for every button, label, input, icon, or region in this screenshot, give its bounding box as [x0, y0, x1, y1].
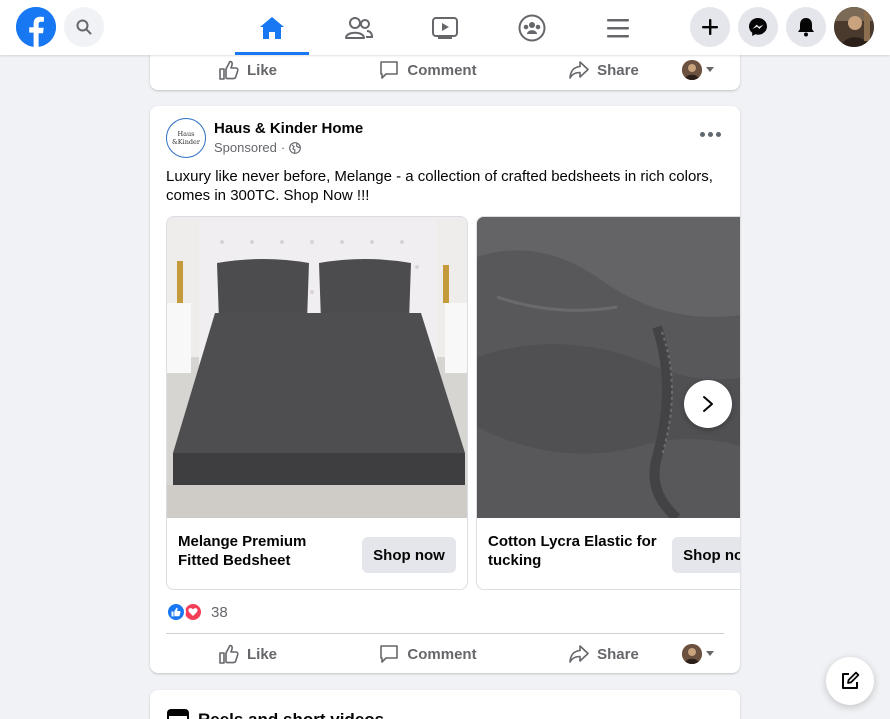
separator: ·	[280, 140, 286, 155]
like-icon	[219, 60, 239, 80]
notifications-button[interactable]	[786, 7, 826, 47]
shop-now-button[interactable]: Shop now	[672, 537, 740, 573]
reels-section-card: Reels and short videos	[150, 690, 740, 719]
sponsored-label[interactable]: Sponsored ·	[214, 140, 302, 155]
share-label: Share	[597, 61, 639, 79]
comment-button[interactable]: Comment	[336, 634, 520, 673]
menu-icon	[607, 18, 629, 37]
svg-text:Haus: Haus	[177, 130, 194, 138]
comment-icon	[380, 645, 399, 663]
share-button[interactable]: Share	[522, 50, 686, 90]
globe-icon	[289, 141, 302, 154]
comment-label: Comment	[407, 645, 477, 663]
account-avatar[interactable]	[834, 7, 874, 47]
like-label: Like	[246, 61, 277, 79]
reaction-count: 38	[211, 603, 228, 621]
comment-icon	[380, 61, 399, 79]
like-reaction-icon	[166, 602, 186, 622]
post-action-bar: Like Comment Share	[166, 50, 724, 90]
section-title: Reels and short videos	[198, 710, 384, 719]
page-avatar[interactable]: Haus &Kinder	[166, 118, 206, 158]
share-button[interactable]: Share	[522, 634, 686, 673]
svg-text:&Kinder: &Kinder	[172, 138, 201, 146]
share-icon	[569, 61, 589, 79]
more-dot	[715, 131, 721, 137]
search-button[interactable]	[64, 7, 104, 47]
friends-icon	[345, 16, 373, 39]
new-message-button[interactable]	[826, 657, 874, 705]
home-icon	[260, 16, 284, 39]
post-options-button[interactable]	[696, 124, 724, 144]
section-options-button[interactable]	[696, 712, 724, 719]
carousel-item-title[interactable]: Melange Premium Fitted Bedsheet	[178, 532, 348, 570]
post-action-bar: Like Comment Share	[166, 634, 724, 673]
top-navigation-bar	[0, 0, 890, 55]
carousel-next-button[interactable]	[684, 380, 732, 428]
create-button[interactable]	[690, 7, 730, 47]
page-name[interactable]: Haus & Kinder Home	[214, 120, 363, 137]
avatar	[682, 60, 702, 80]
more-dot	[699, 131, 705, 137]
more-dot	[707, 131, 713, 137]
compose-icon	[842, 671, 860, 689]
like-label: Like	[246, 645, 277, 663]
notifications-icon	[798, 18, 814, 37]
carousel-item[interactable]: Melange Premium Fitted Bedsheet Shop now	[166, 216, 468, 590]
post-text: Luxury like never before, Melange - a co…	[166, 168, 713, 204]
share-audience-selector[interactable]	[682, 644, 714, 664]
like-button[interactable]: Like	[166, 634, 330, 673]
product-image-bedsheet[interactable]	[167, 217, 467, 518]
carousel-item-title[interactable]: Cotton Lycra Elastic for tucking	[488, 532, 658, 570]
groups-icon	[518, 14, 546, 41]
tab-menu[interactable]	[581, 0, 655, 55]
tab-groups[interactable]	[495, 0, 569, 55]
comment-label: Comment	[407, 61, 477, 79]
chevron-down-icon	[706, 651, 714, 656]
product-image-elastic-sheet[interactable]	[477, 217, 740, 518]
chevron-down-icon	[706, 67, 714, 72]
share-label: Share	[597, 645, 639, 663]
love-reaction-icon	[183, 602, 203, 622]
video-icon	[432, 16, 458, 39]
chevron-right-icon	[703, 396, 713, 412]
plus-icon	[702, 19, 718, 35]
avatar	[682, 644, 702, 664]
sponsored-text: Sponsored	[214, 140, 277, 155]
share-audience-selector[interactable]	[682, 60, 714, 80]
messenger-button[interactable]	[738, 7, 778, 47]
facebook-logo-icon[interactable]	[16, 7, 56, 47]
comment-button[interactable]: Comment	[336, 50, 520, 90]
reels-icon	[167, 709, 189, 719]
reaction-summary[interactable]: 38	[166, 602, 228, 622]
like-icon	[219, 644, 239, 664]
share-icon	[569, 645, 589, 663]
like-button[interactable]: Like	[166, 50, 330, 90]
shop-now-button[interactable]: Shop now	[362, 537, 456, 573]
messenger-icon	[749, 18, 767, 36]
tab-watch[interactable]	[408, 0, 482, 55]
tab-home[interactable]	[235, 0, 309, 55]
tab-friends[interactable]	[322, 0, 396, 55]
sponsored-post-card: Haus &Kinder Haus & Kinder Home Sponsored…	[150, 106, 740, 673]
search-icon	[76, 19, 92, 35]
